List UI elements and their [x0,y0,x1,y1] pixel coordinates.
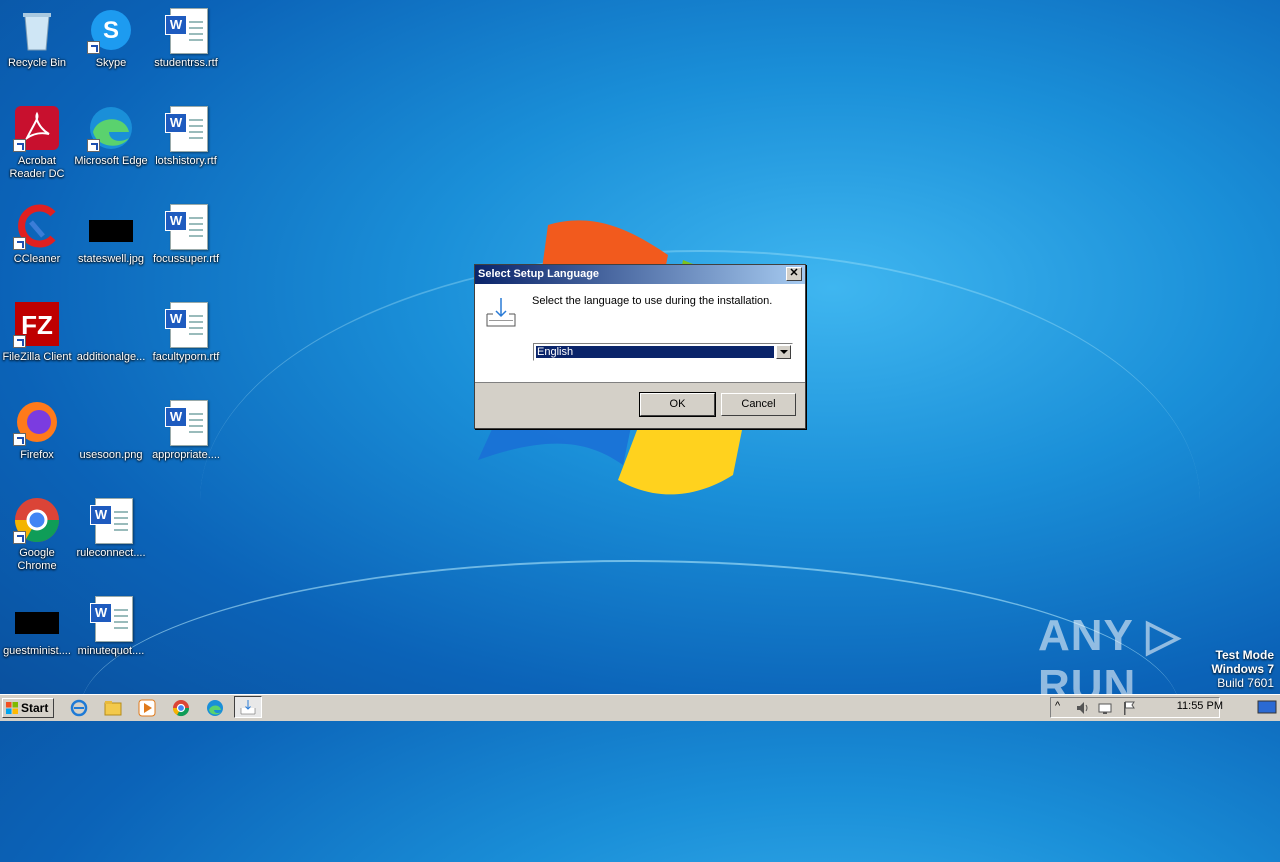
word-document-icon: W [162,104,210,152]
desktop-icon-label: Skype [95,57,127,69]
desktop-icon[interactable]: Recycle Bin [0,6,74,70]
action-center-flag-icon[interactable] [1121,700,1137,716]
word-document-icon: W [162,6,210,54]
taskbar-clock[interactable]: 11:55 PM [1163,700,1223,712]
desktop-icon[interactable]: Google Chrome [0,496,74,573]
word-document-icon: W [87,496,135,544]
desktop-icon[interactable]: Wminutequot.... [74,594,148,658]
recycle-bin-icon [13,6,61,54]
desktop-icon[interactable]: stateswell.jpg [74,202,148,266]
desktop-icon[interactable]: Acrobat Reader DC [0,104,74,181]
desktop-icon[interactable]: Wfocussuper.rtf [149,202,223,266]
test-mode-label: Test Mode [1215,648,1274,662]
image-file-icon [13,594,61,642]
image-file-icon [87,300,135,348]
cancel-button[interactable]: Cancel [721,393,796,416]
desktop-icon-label: studentrss.rtf [154,57,218,69]
setup-language-dialog: Select Setup Language ✕ Select the langu… [474,264,806,429]
dialog-title: Select Setup Language [478,268,600,280]
windows-version-label: Windows 7 [1211,662,1274,676]
desktop-icon-label: guestminist.... [3,645,71,657]
desktop-icon-label: minutequot.... [77,645,145,657]
desktop-icon[interactable]: usesoon.png [74,398,148,462]
shortcut-arrow-icon [13,237,26,250]
show-desktop-icon[interactable] [1256,698,1278,716]
edge-icon [87,104,135,152]
desktop-icon[interactable]: additionalge... [74,300,148,364]
desktop-icon-label: lotshistory.rtf [155,155,217,167]
language-select[interactable]: English [533,343,793,361]
desktop-icon[interactable]: Wappropriate.... [149,398,223,462]
taskbar: Start ^ 11:55 PM [0,694,1280,721]
svg-text:S: S [103,17,119,44]
desktop-icon-label: appropriate.... [152,449,220,461]
desktop-icon-label: CCleaner [13,253,61,265]
desktop-icon-label: Microsoft Edge [74,155,148,167]
desktop-icon-label: additionalge... [76,351,146,363]
chrome-icon [13,496,61,544]
desktop-icon-label: stateswell.jpg [77,253,145,265]
network-icon[interactable] [1097,700,1113,716]
word-document-icon: W [162,300,210,348]
build-label: Build 7601 [1217,676,1274,690]
shortcut-arrow-icon [13,139,26,152]
file-explorer-icon[interactable] [104,699,122,717]
word-document-icon: W [162,202,210,250]
setup-install-icon [486,298,516,327]
os-build-info: Test Mode Windows 7 Build 7601 [1211,648,1274,690]
desktop-icon-label: focussuper.rtf [152,253,220,265]
ok-button[interactable]: OK [639,392,716,417]
internet-explorer-icon[interactable] [70,699,88,717]
desktop-icon[interactable]: Wstudentrss.rtf [149,6,223,70]
media-player-icon[interactable] [138,699,156,717]
desktop-icon-label: FileZilla Client [2,351,72,363]
edge-icon[interactable] [206,699,224,717]
word-document-icon: W [87,594,135,642]
desktop-icon[interactable]: Wruleconnect.... [74,496,148,560]
desktop-icon[interactable]: Firefox [0,398,74,462]
skype-icon: S [87,6,135,54]
firefox-icon [13,398,61,446]
desktop-icon[interactable]: CCleaner [0,202,74,266]
desktop-icon-label: facultyporn.rtf [152,351,220,363]
desktop-icon[interactable]: S Skype [74,6,148,70]
desktop-icon[interactable]: Microsoft Edge [74,104,148,168]
image-file-icon [87,398,135,446]
word-document-icon: W [162,398,210,446]
desktop-icon-label: Acrobat Reader DC [9,155,65,180]
dialog-prompt: Select the language to use during the in… [532,295,773,307]
desktop-icon-label: Firefox [20,449,54,461]
desktop-icon-label: ruleconnect.... [76,547,146,559]
chrome-icon[interactable] [172,699,190,717]
taskbar-setup-window[interactable] [234,696,262,718]
start-label: Start [21,701,49,715]
ccleaner-icon [13,202,61,250]
start-button[interactable]: Start [2,698,54,718]
shortcut-arrow-icon [87,41,100,54]
image-file-icon [87,202,135,250]
chevron-up-icon[interactable]: ^ [1055,700,1060,712]
filezilla-icon: FZ [13,300,61,348]
shortcut-arrow-icon [87,139,100,152]
shortcut-arrow-icon [13,335,26,348]
acrobat-icon [13,104,61,152]
chevron-down-icon[interactable] [776,345,791,359]
desktop-icon-label: Recycle Bin [7,57,67,69]
desktop-icon-label: usesoon.png [79,449,143,461]
desktop-icon[interactable]: guestminist.... [0,594,74,658]
close-button[interactable]: ✕ [786,267,802,281]
desktop-icon-label: Google Chrome [17,547,57,572]
dialog-titlebar[interactable]: Select Setup Language ✕ [475,265,805,284]
shortcut-arrow-icon [13,531,26,544]
desktop-icon[interactable]: Wlotshistory.rtf [149,104,223,168]
language-selected-value: English [536,346,774,358]
desktop-icon[interactable]: FZ FileZilla Client [0,300,74,364]
shortcut-arrow-icon [13,433,26,446]
volume-icon[interactable] [1075,700,1091,716]
setup-install-icon [240,700,256,715]
desktop-icon[interactable]: Wfacultyporn.rtf [149,300,223,364]
dialog-body: Select the language to use during the in… [475,284,805,383]
windows-logo-icon [6,702,18,714]
